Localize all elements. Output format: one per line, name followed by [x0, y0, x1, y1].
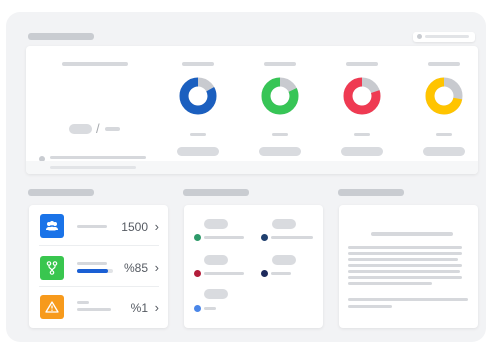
chevron-right-icon: › [154, 300, 159, 315]
notes-line [348, 252, 462, 255]
donut-label-pill [341, 147, 383, 156]
notes-line [348, 246, 462, 249]
stat-row-warnings[interactable]: %1 › [29, 287, 168, 327]
stat-label-placeholder [77, 308, 111, 311]
stat-value-branches: %85 [123, 261, 148, 275]
chevron-right-icon: › [154, 219, 159, 234]
warning-icon [40, 295, 64, 319]
donut-label-pill [177, 147, 219, 156]
page-title-placeholder [28, 33, 94, 40]
summary-separator: / [96, 121, 100, 136]
donut-label-pill [259, 147, 301, 156]
donut-chart-green[interactable] [260, 76, 300, 116]
activity-line [271, 272, 291, 275]
donut-heading-placeholder [346, 62, 378, 66]
stat-value-users: 1500 [121, 220, 148, 234]
stats-card: 1500 › %85 › %1 › [29, 205, 168, 328]
overview-footer [26, 161, 478, 174]
activity-line [204, 272, 244, 275]
donut-heading-placeholder [428, 62, 460, 66]
activity-pill [204, 219, 228, 229]
users-icon [40, 214, 64, 238]
notes-card [339, 205, 478, 328]
donut-chart-yellow[interactable] [424, 76, 464, 116]
stat-value-warnings: %1 [130, 301, 148, 315]
stat-label-placeholder [77, 225, 107, 228]
progress-bar [77, 269, 113, 273]
donut-chart-blue[interactable] [178, 76, 218, 116]
stat-label-placeholder [77, 262, 107, 265]
notes-heading-placeholder [371, 232, 453, 236]
donut-value-placeholder [190, 133, 206, 136]
activity-pill [204, 289, 228, 299]
summary-pill-left [69, 124, 92, 134]
filter-control[interactable] [413, 32, 475, 42]
activity-line [204, 307, 216, 310]
notes-line [348, 264, 462, 267]
overview-card: / [26, 46, 478, 174]
branch-icon [40, 256, 64, 280]
donut-label-pill [423, 147, 465, 156]
notes-line [348, 282, 432, 285]
stat-row-users[interactable]: 1500 › [29, 205, 168, 245]
activity-avatar-icon [194, 234, 201, 241]
filter-placeholder [425, 35, 469, 38]
notes-line [348, 276, 462, 279]
activity-pill [204, 255, 228, 265]
activity-card [184, 205, 323, 328]
activity-line [204, 236, 244, 239]
activity-pill [272, 255, 296, 265]
donut-value-placeholder [272, 133, 288, 136]
activity-avatar-icon [194, 270, 201, 277]
progress-bar-fill [77, 269, 108, 273]
donut-chart-red[interactable] [342, 76, 382, 116]
summary-line-1 [50, 156, 146, 159]
chevron-right-icon: › [154, 260, 159, 275]
activity-avatar-icon [194, 305, 201, 312]
summary-value-placeholder [105, 127, 120, 131]
donut-value-placeholder [436, 133, 452, 136]
section-heading-stats [28, 189, 94, 196]
donut-value-placeholder [354, 133, 370, 136]
activity-line [271, 236, 313, 239]
section-heading-activity [183, 189, 249, 196]
activity-avatar-icon [261, 270, 268, 277]
activity-pill [272, 219, 296, 229]
filter-dot-icon [417, 34, 422, 39]
donut-heading-placeholder [264, 62, 296, 66]
stat-label-placeholder [77, 301, 89, 304]
section-heading-notes [338, 189, 404, 196]
dashboard-frame: / 1500 › %85 › %1 › [6, 12, 486, 342]
notes-line [348, 270, 460, 273]
overview-heading-placeholder [62, 62, 128, 66]
activity-avatar-icon [261, 234, 268, 241]
notes-line [348, 298, 468, 301]
notes-line [348, 258, 458, 261]
stat-row-branches[interactable]: %85 › [29, 246, 168, 286]
overview-footer-placeholder [50, 166, 136, 169]
donut-heading-placeholder [182, 62, 214, 66]
notes-line [348, 305, 392, 308]
